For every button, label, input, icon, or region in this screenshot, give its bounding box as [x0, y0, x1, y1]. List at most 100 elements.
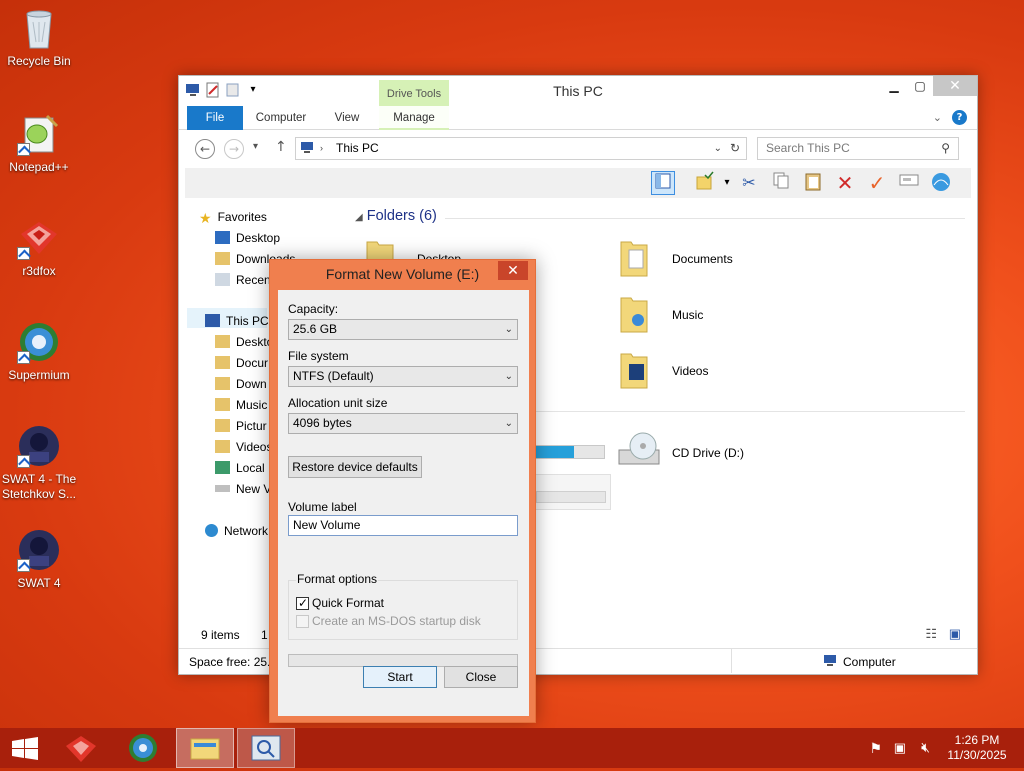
nav-network[interactable]: Network — [205, 522, 268, 540]
desktop-icon-notepadpp[interactable]: Notepad++ — [0, 112, 78, 175]
folder-icon — [215, 377, 230, 390]
tab-computer[interactable]: Computer — [245, 106, 317, 130]
capacity-select[interactable]: 25.6 GB ⌄ — [288, 319, 518, 340]
collapse-arrow-icon: ◢ — [355, 212, 363, 223]
folders-group-header[interactable]: ◢ Folders (6) — [355, 208, 437, 224]
action-center-flag-icon[interactable]: ⚑ — [869, 740, 882, 757]
desktop-icon-supermium[interactable]: Supermium — [0, 320, 78, 383]
refresh-icon[interactable]: ↻ — [730, 138, 740, 159]
tab-view[interactable]: View — [319, 106, 375, 130]
address-text: This PC — [336, 141, 379, 155]
dialog-close-button[interactable]: ✕ — [498, 261, 528, 280]
local-disk-icon — [215, 461, 230, 474]
close-button[interactable]: ✕ — [933, 76, 977, 96]
taskbar-r3dfox[interactable] — [54, 728, 112, 768]
folder-documents-icon[interactable] — [619, 236, 649, 278]
clock[interactable]: 1:26 PM 11/30/2025 — [942, 733, 1012, 763]
clock-date: 11/30/2025 — [947, 748, 1007, 762]
checkmark-icon: ✓ — [298, 596, 309, 610]
breadcrumb-chevron-icon[interactable]: › — [320, 138, 323, 159]
network-icon — [205, 524, 218, 537]
filesystem-select[interactable]: NTFS (Default) ⌄ — [288, 366, 518, 387]
large-icons-view-icon[interactable]: ▣ — [949, 626, 961, 642]
explorer-titlebar[interactable]: ▾ Drive Tools This PC ▁ ▢ ✕ — [179, 76, 977, 106]
cut-icon[interactable]: ✂ — [737, 171, 761, 195]
desktop-icon-label: Recycle Bin — [7, 54, 71, 68]
details-view-icon[interactable]: ☷ — [925, 626, 937, 642]
dialog-title: Format New Volume (E:) — [325, 266, 480, 282]
nav-pc-downloads[interactable]: Down — [215, 375, 267, 393]
taskbar-supermium[interactable] — [114, 728, 172, 768]
folder-music-icon[interactable] — [619, 292, 649, 334]
quick-format-checkbox[interactable]: ✓ — [296, 596, 309, 610]
folder-check-icon[interactable] — [693, 171, 717, 195]
folder-icon — [215, 335, 230, 348]
nav-pc-music[interactable]: Music — [215, 396, 267, 414]
desktop-icon-r3dfox[interactable]: r3dfox — [0, 216, 78, 279]
copy-icon[interactable] — [769, 171, 793, 195]
nav-pc-desktop[interactable]: Deskto — [215, 333, 273, 351]
msdos-checkbox[interactable] — [296, 615, 309, 628]
recent-locations-icon[interactable]: ▾ — [253, 141, 258, 152]
checkmark-icon[interactable]: ✓ — [865, 171, 889, 195]
taskbar-format-dialog[interactable] — [237, 728, 295, 768]
folder-dropdown-icon[interactable]: ▾ — [715, 171, 739, 195]
swat4-icon — [17, 528, 61, 572]
folder-icon — [215, 398, 230, 411]
minimize-button[interactable]: ▁ — [881, 76, 907, 96]
rename-icon[interactable] — [897, 171, 921, 195]
nav-this-pc[interactable]: This PC — [205, 312, 269, 330]
tab-file[interactable]: File — [187, 106, 243, 130]
search-input[interactable]: Search This PC ⚲ — [757, 137, 959, 160]
nav-pc-pictures[interactable]: Pictur — [215, 417, 267, 435]
tab-manage[interactable]: Manage — [379, 106, 449, 130]
local-disk-usage-fill — [530, 446, 575, 458]
back-button[interactable]: ← — [195, 139, 215, 159]
folder-music-label[interactable]: Music — [672, 308, 703, 322]
nav-pc-documents[interactable]: Docur — [215, 354, 268, 372]
cd-drive-icon[interactable] — [617, 430, 663, 470]
volume-label-input[interactable]: New Volume — [288, 515, 518, 536]
desktop-icon-swat4-stetchkov[interactable]: SWAT 4 - The Stetchkov S... — [0, 424, 78, 502]
help-icon[interactable]: ? — [952, 110, 967, 125]
speaker-muted-icon[interactable]: 🔇︎ — [921, 739, 930, 756]
nav-desktop[interactable]: Desktop — [215, 229, 280, 247]
new-volume-tile[interactable] — [529, 474, 611, 510]
network-icon[interactable]: ▣ — [894, 740, 906, 756]
nav-pc-videos[interactable]: Videos — [215, 438, 272, 456]
paste-icon[interactable] — [801, 171, 825, 195]
desktop-icon-label: Notepad++ — [9, 160, 69, 174]
forward-button[interactable]: → — [224, 139, 244, 159]
file-explorer-icon — [190, 738, 220, 760]
start-button[interactable] — [0, 728, 58, 768]
supermium-icon — [129, 734, 157, 762]
close-dialog-button[interactable]: Close — [444, 666, 518, 688]
desktop-icon-swat4[interactable]: SWAT 4 — [0, 528, 78, 591]
expand-ribbon-icon[interactable]: ⌄ — [933, 111, 942, 124]
delete-icon[interactable]: ✕ — [833, 171, 857, 195]
folder-documents-label[interactable]: Documents — [672, 252, 733, 266]
taskbar-file-explorer[interactable] — [176, 728, 234, 768]
restore-defaults-button[interactable]: Restore device defaults — [288, 456, 422, 478]
allocation-select[interactable]: 4096 bytes ⌄ — [288, 413, 518, 434]
maximize-button[interactable]: ▢ — [907, 76, 933, 96]
format-dialog[interactable]: Format New Volume (E:) ✕ Capacity: 25.6 … — [269, 259, 536, 723]
filesystem-label: File system — [288, 349, 349, 363]
start-button[interactable]: Start — [363, 666, 437, 688]
nav-pc-new-volume[interactable]: New V — [215, 480, 271, 498]
computer-icon — [823, 654, 839, 668]
shortcut-arrow-icon — [17, 455, 30, 468]
folder-videos-label[interactable]: Videos — [672, 364, 708, 378]
address-dropdown-icon[interactable]: ⌄ — [714, 138, 722, 159]
desktop-icon-recycle-bin[interactable]: Recycle Bin — [0, 6, 78, 69]
globe-icon[interactable] — [929, 171, 953, 195]
cd-drive-label[interactable]: CD Drive (D:) — [672, 446, 744, 460]
address-bar[interactable]: › This PC ⌄ ↻ — [295, 137, 747, 160]
up-button[interactable]: ↑ — [275, 139, 287, 155]
nav-pc-local-disk[interactable]: Local — [215, 459, 265, 477]
folder-icon — [215, 419, 230, 432]
folder-videos-icon[interactable] — [619, 348, 649, 390]
nav-favorites[interactable]: ★ Favorites — [199, 208, 267, 226]
computer-icon — [300, 141, 316, 162]
preview-pane-icon[interactable] — [651, 171, 675, 195]
